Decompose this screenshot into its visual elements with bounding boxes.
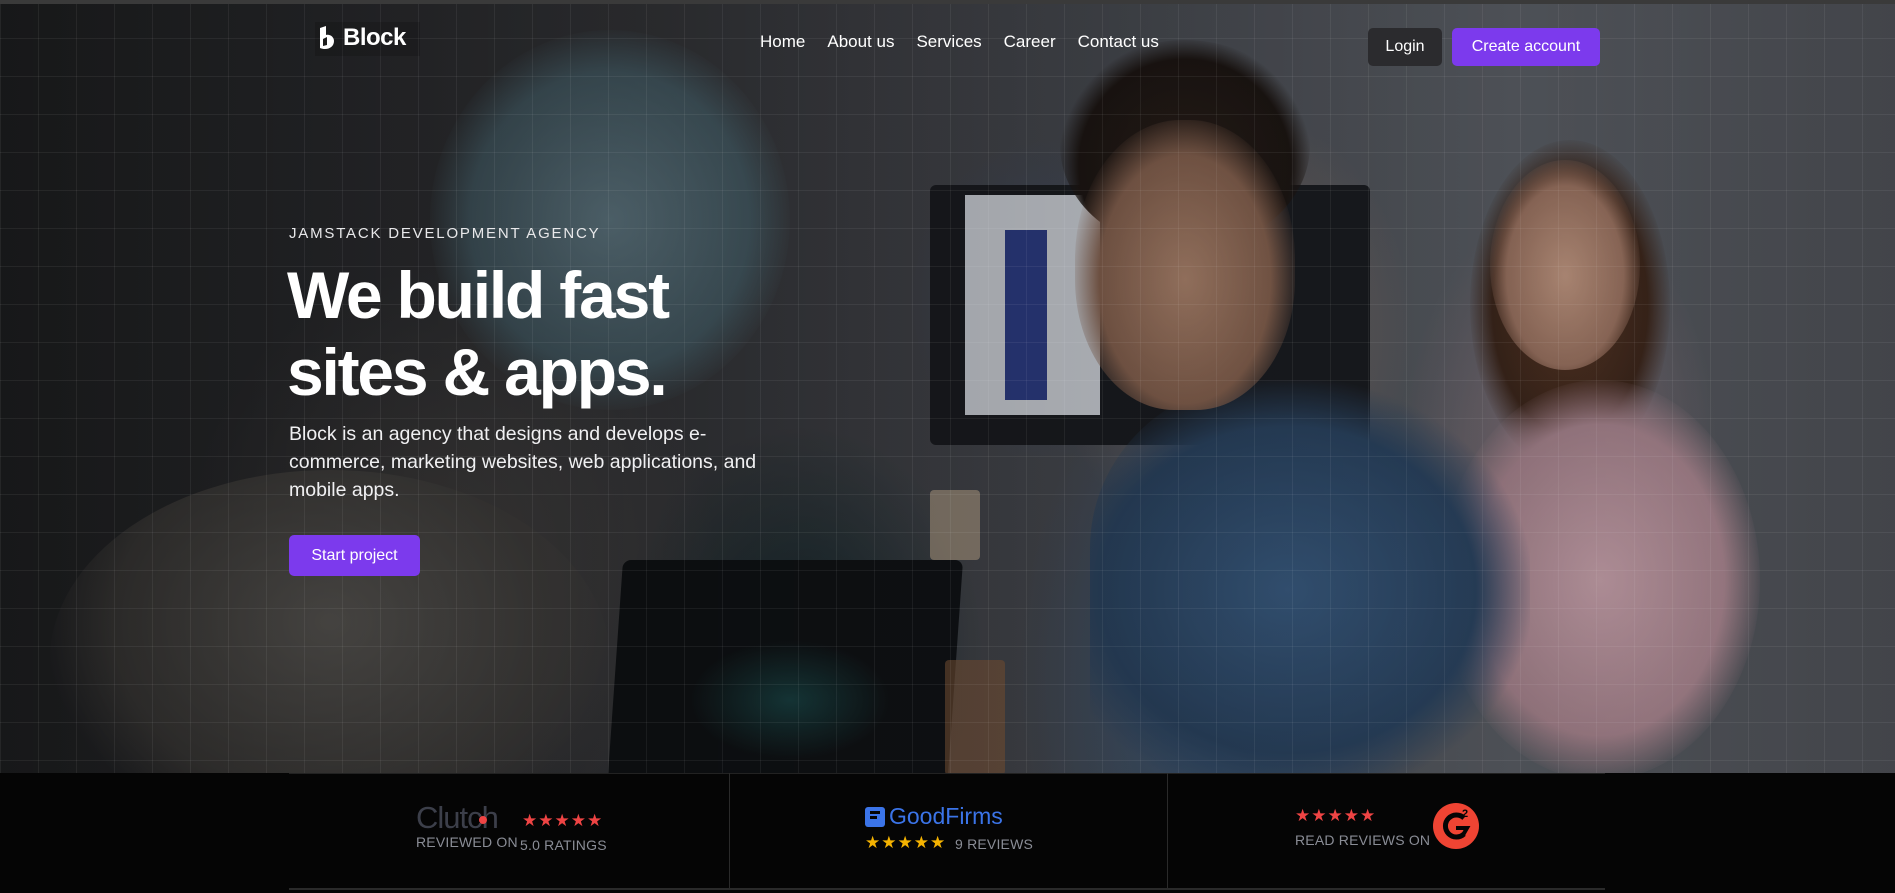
svg-text:2: 2: [1462, 808, 1468, 820]
goodfirms-logo-icon: [865, 806, 885, 827]
hero-headline-line-2: sites & apps.: [287, 335, 668, 409]
main-nav: Home About us Services Career Contact us: [760, 32, 1159, 52]
top-border: [0, 0, 1895, 4]
clutch-logo-dot-icon: [479, 816, 487, 824]
goodfirms-logo-text: GoodFirms: [889, 803, 1003, 829]
hero-description: Block is an agency that designs and deve…: [289, 423, 757, 501]
login-button[interactable]: Login: [1368, 28, 1442, 66]
g2-read-reviews: READ REVIEWS ON: [1295, 832, 1431, 848]
nav-career[interactable]: Career: [1004, 32, 1056, 52]
brand-name: Block: [343, 24, 406, 51]
g2-stars-icon: ★★★★★: [1295, 806, 1377, 825]
nav-contact-us[interactable]: Contact us: [1078, 32, 1159, 52]
clutch-logo: Clutch: [416, 800, 518, 836]
reviews-divider: [729, 773, 730, 889]
hero-eyebrow: JAMSTACK DEVELOPMENT AGENCY: [289, 225, 601, 242]
reviews-divider: [1167, 773, 1168, 889]
g2-logo-icon: 2: [1433, 803, 1479, 849]
brand-logo[interactable]: Block: [315, 22, 420, 56]
goodfirms-stars-icon: ★★★★★: [865, 833, 947, 852]
reviews-bottom-rule: [289, 888, 1605, 890]
hero-headline-line-1: We build fast: [287, 258, 670, 332]
create-account-button[interactable]: Create account: [1452, 28, 1600, 66]
hero-headline: We build fast sites & apps.: [287, 257, 807, 411]
clutch-reviewed-on: REVIEWED ON: [416, 834, 518, 850]
reviews-top-rule: [289, 773, 1605, 774]
nav-home[interactable]: Home: [760, 32, 805, 52]
reviews-bar: Clutch REVIEWED ON ★★★★★ 5.0 RATINGS Goo…: [0, 773, 1895, 893]
start-project-button[interactable]: Start project: [289, 535, 420, 576]
goodfirms-review-count: 9 REVIEWS: [955, 836, 1034, 852]
goodfirms-review-link[interactable]: GoodFirms: [865, 803, 1003, 830]
nav-services[interactable]: Services: [916, 32, 981, 52]
block-logo-icon: [320, 26, 334, 49]
clutch-review-link[interactable]: Clutch REVIEWED ON: [416, 800, 518, 850]
clutch-stars-icon: ★★★★★: [522, 811, 604, 830]
nav-about-us[interactable]: About us: [827, 32, 894, 52]
clutch-rating: 5.0 RATINGS: [520, 837, 607, 853]
hero-section: [0, 0, 1895, 773]
hero-grid-pattern: [0, 0, 1895, 773]
